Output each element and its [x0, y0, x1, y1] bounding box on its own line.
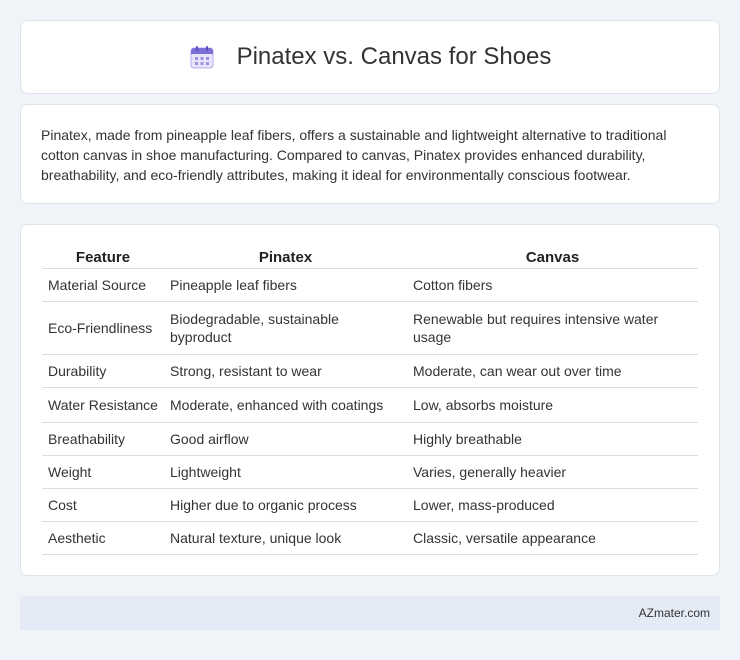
table-cell-feature: Durability: [42, 354, 164, 388]
table-cell-canvas: Renewable but requires intensive water u…: [407, 301, 698, 355]
header-card: Pinatex vs. Canvas for Shoes: [20, 20, 720, 94]
intro-card: Pinatex, made from pineapple leaf fibers…: [20, 104, 720, 204]
table-cell-pinatex: Pineapple leaf fibers: [164, 268, 407, 302]
table-cell-pinatex: Higher due to organic process: [164, 488, 407, 522]
table-cell-feature: Breathability: [42, 422, 164, 456]
page-title: Pinatex vs. Canvas for Shoes: [236, 43, 552, 70]
table-cell-feature: Eco-Friendliness: [42, 301, 164, 355]
column-header-feature: Feature: [42, 245, 164, 269]
table-header-row: Feature Pinatex Canvas: [42, 245, 698, 269]
table-row: Weight Lightweight Varies, generally hea…: [42, 455, 698, 489]
table-row: Cost Higher due to organic process Lower…: [42, 488, 698, 522]
column-header-canvas: Canvas: [407, 245, 698, 269]
comparison-table-card: Feature Pinatex Canvas Material Source P…: [20, 224, 720, 576]
table-row: Durability Strong, resistant to wear Mod…: [42, 354, 698, 388]
table-cell-canvas: Moderate, can wear out over time: [407, 354, 698, 388]
table-cell-feature: Cost: [42, 488, 164, 522]
table-cell-pinatex: Strong, resistant to wear: [164, 354, 407, 388]
table-row: Aesthetic Natural texture, unique look C…: [42, 521, 698, 555]
table-cell-pinatex: Moderate, enhanced with coatings: [164, 387, 407, 423]
column-header-pinatex: Pinatex: [164, 245, 407, 269]
footer: AZmater.com: [20, 596, 720, 630]
table-cell-canvas: Highly breathable: [407, 422, 698, 456]
table-cell-canvas: Lower, mass-produced: [407, 488, 698, 522]
table-row: Eco-Friendliness Biodegradable, sustaina…: [42, 301, 698, 355]
table-cell-canvas: Varies, generally heavier: [407, 455, 698, 489]
footer-brand: AZmater.com: [638, 606, 710, 620]
calendar-icon: [189, 44, 215, 70]
intro-text: Pinatex, made from pineapple leaf fibers…: [41, 127, 667, 183]
table-cell-feature: Water Resistance: [42, 387, 164, 423]
table-cell-feature: Material Source: [42, 268, 164, 302]
table-cell-canvas: Low, absorbs moisture: [407, 387, 698, 423]
table-cell-feature: Aesthetic: [42, 521, 164, 555]
table-cell-pinatex: Good airflow: [164, 422, 407, 456]
table-row: Material Source Pineapple leaf fibers Co…: [42, 268, 698, 302]
table-cell-pinatex: Lightweight: [164, 455, 407, 489]
table-cell-feature: Weight: [42, 455, 164, 489]
table-row: Water Resistance Moderate, enhanced with…: [42, 387, 698, 423]
table-row: Breathability Good airflow Highly breath…: [42, 422, 698, 456]
table-cell-canvas: Classic, versatile appearance: [407, 521, 698, 555]
table-cell-canvas: Cotton fibers: [407, 268, 698, 302]
title-wrap: Pinatex vs. Canvas for Shoes: [189, 43, 552, 71]
table-cell-pinatex: Natural texture, unique look: [164, 521, 407, 555]
comparison-table: Feature Pinatex Canvas Material Source P…: [42, 245, 698, 555]
table-cell-pinatex: Biodegradable, sustainable byproduct: [164, 301, 407, 355]
